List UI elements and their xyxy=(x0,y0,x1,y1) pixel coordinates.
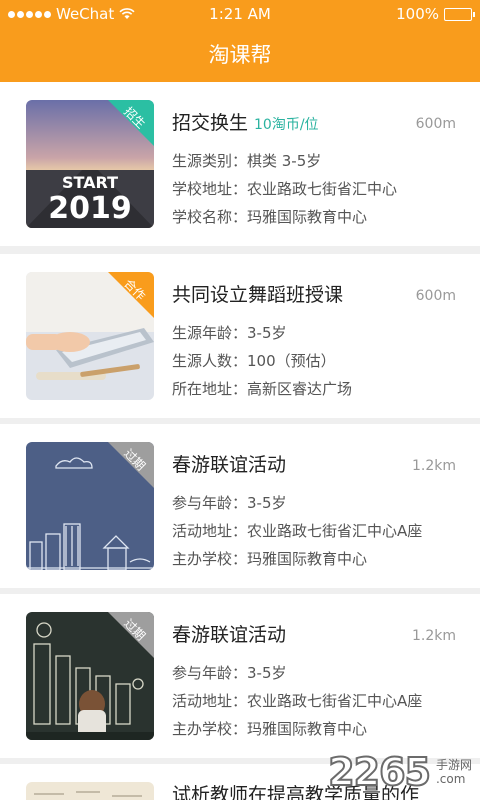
page-title: 淘课帮 xyxy=(208,43,272,67)
listing-detail: 所在地址：高新区睿达广场 xyxy=(172,380,353,398)
listing-image: 过期 xyxy=(26,442,154,570)
listing-distance: 600m xyxy=(415,116,456,132)
listing-title[interactable]: 春游联谊活动 xyxy=(172,450,286,477)
image-start-text: START xyxy=(62,173,118,192)
listing-detail: 主办学校：玛雅国际教育中心 xyxy=(172,550,368,568)
list-item[interactable]: 合作 共同设立舞蹈班授课 600m 生源年龄：3-5岁 生源人数：100（预估）… xyxy=(0,254,480,418)
nav-bar: 淘课帮 xyxy=(0,28,480,82)
listing-image: START 2019 招生 xyxy=(26,100,154,228)
listing-detail: 生源年龄：3-5岁 xyxy=(172,324,287,342)
battery-percent: 100% xyxy=(396,5,439,23)
listing-image: 过期 xyxy=(26,612,154,740)
listing-detail: 学校名称：玛雅国际教育中心 xyxy=(172,208,368,226)
listing-detail: 活动地址：农业路政七街省汇中心A座 xyxy=(172,692,423,710)
battery-area: 100% xyxy=(396,5,475,23)
image-year-text: 2019 xyxy=(48,191,132,226)
watermark-suffix: .com xyxy=(435,772,466,786)
list-item[interactable]: START 2019 招生 招交换生 10淘币/位 600m 生源类别：棋类 3-… xyxy=(0,82,480,246)
status-badge: 过期 xyxy=(108,612,154,658)
listing-distance: 1.2km xyxy=(411,458,456,474)
status-badge: 过期 xyxy=(108,442,154,488)
listing-detail: 活动地址：农业路政七街省汇中心A座 xyxy=(172,522,423,540)
listing-image xyxy=(26,782,154,800)
watermark-side: 手游网 .com xyxy=(436,758,472,786)
status-badge: 合作 xyxy=(108,272,154,318)
listing-price: 10淘币/位 xyxy=(254,117,319,133)
listing-detail: 主办学校：玛雅国际教育中心 xyxy=(172,720,368,738)
listing-image: 合作 xyxy=(26,272,154,400)
listing-list[interactable]: START 2019 招生 招交换生 10淘币/位 600m 生源类别：棋类 3-… xyxy=(0,82,480,800)
listing-distance: 1.2km xyxy=(411,628,456,644)
watermark: 2265 手游网 .com xyxy=(327,749,472,795)
listing-title[interactable]: 共同设立舞蹈班授课 xyxy=(172,280,343,307)
battery-icon xyxy=(444,7,475,21)
listing-detail: 生源人数：100（预估） xyxy=(172,352,336,370)
listing-title[interactable]: 招交换生 10淘币/位 xyxy=(172,108,319,135)
list-item[interactable]: 过期 春游联谊活动 1.2km 参与年龄：3-5岁 活动地址：农业路政七街省汇中… xyxy=(0,594,480,758)
listing-detail: 生源类别：棋类 3-5岁 xyxy=(172,152,322,170)
watermark-label: 手游网 xyxy=(435,758,472,772)
listing-detail: 学校地址：农业路政七街省汇中心 xyxy=(172,180,398,198)
listing-detail: 参与年龄：3-5岁 xyxy=(172,494,287,512)
status-badge: 招生 xyxy=(108,100,154,146)
listing-detail: 参与年龄：3-5岁 xyxy=(172,664,287,682)
watermark-logo: 2265 xyxy=(327,749,432,795)
listing-distance: 600m xyxy=(415,288,456,304)
listing-title[interactable]: 春游联谊活动 xyxy=(172,620,286,647)
list-item[interactable]: 过期 春游联谊活动 1.2km 参与年龄：3-5岁 活动地址：农业路政七街省汇中… xyxy=(0,424,480,588)
status-bar: WeChat 1:21 AM 100% xyxy=(0,0,480,28)
